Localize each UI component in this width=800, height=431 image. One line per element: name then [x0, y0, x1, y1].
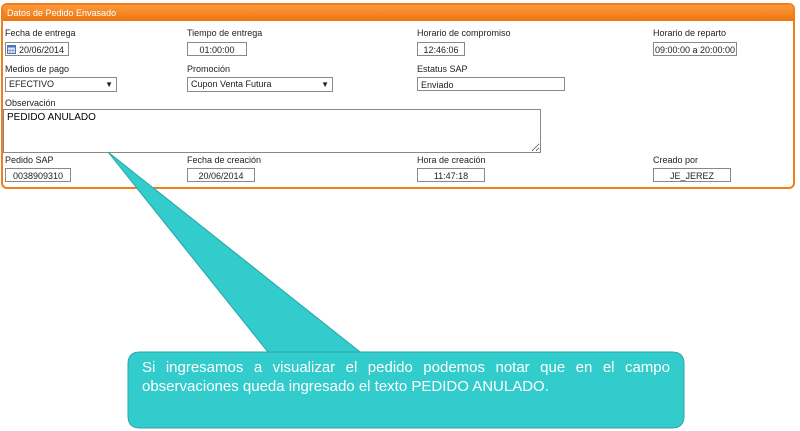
fecha-entrega-label: Fecha de entrega: [5, 28, 76, 38]
chevron-down-icon[interactable]: ▼: [105, 78, 113, 91]
hora-creacion-field[interactable]: 11:47:18: [417, 168, 485, 182]
panel-title: Datos de Pedido Envasado: [3, 5, 793, 21]
promocion-select[interactable]: Cupon Venta Futura ▼: [187, 77, 333, 92]
horario-reparto-field[interactable]: 09:00:00 a 20:00:00: [653, 42, 737, 56]
fecha-creacion-label: Fecha de creación: [187, 155, 262, 165]
fecha-entrega-value: 20/06/2014: [19, 45, 65, 55]
estatus-sap-field[interactable]: Enviado: [417, 77, 565, 91]
tiempo-entrega-field[interactable]: 01:00:00: [187, 42, 247, 56]
promocion-label: Promoción: [187, 64, 231, 74]
chevron-down-icon[interactable]: ▼: [321, 78, 329, 91]
medios-pago-label: Medios de pago: [5, 64, 70, 74]
fecha-creacion-field[interactable]: 20/06/2014: [187, 168, 255, 182]
observacion-textarea[interactable]: PEDIDO ANULADO: [3, 109, 541, 153]
pedido-sap-label: Pedido SAP: [5, 155, 54, 165]
tiempo-entrega-label: Tiempo de entrega: [187, 28, 263, 38]
pedido-sap-field[interactable]: 0038909310: [5, 168, 71, 182]
hora-creacion-label: Hora de creación: [417, 155, 486, 165]
observacion-label: Observación: [5, 98, 56, 108]
creado-por-label: Creado por: [653, 155, 699, 165]
medios-pago-select[interactable]: EFECTIVO ▼: [5, 77, 117, 92]
calendar-icon[interactable]: [7, 44, 16, 54]
horario-compromiso-label: Horario de compromiso: [417, 28, 511, 38]
medios-pago-value: EFECTIVO: [9, 79, 55, 89]
horario-reparto-label: Horario de reparto: [653, 28, 727, 38]
promocion-value: Cupon Venta Futura: [191, 79, 272, 89]
creado-por-field[interactable]: JE_JEREZ: [653, 168, 731, 182]
pedido-envasado-panel: Datos de Pedido Envasado Fecha de entreg…: [1, 3, 795, 189]
horario-compromiso-field[interactable]: 12:46:06: [417, 42, 465, 56]
fecha-entrega-field[interactable]: 20/06/2014: [5, 42, 69, 56]
callout-text: Si ingresamos a visualizar el pedido pod…: [142, 359, 670, 395]
estatus-sap-label: Estatus SAP: [417, 64, 468, 74]
